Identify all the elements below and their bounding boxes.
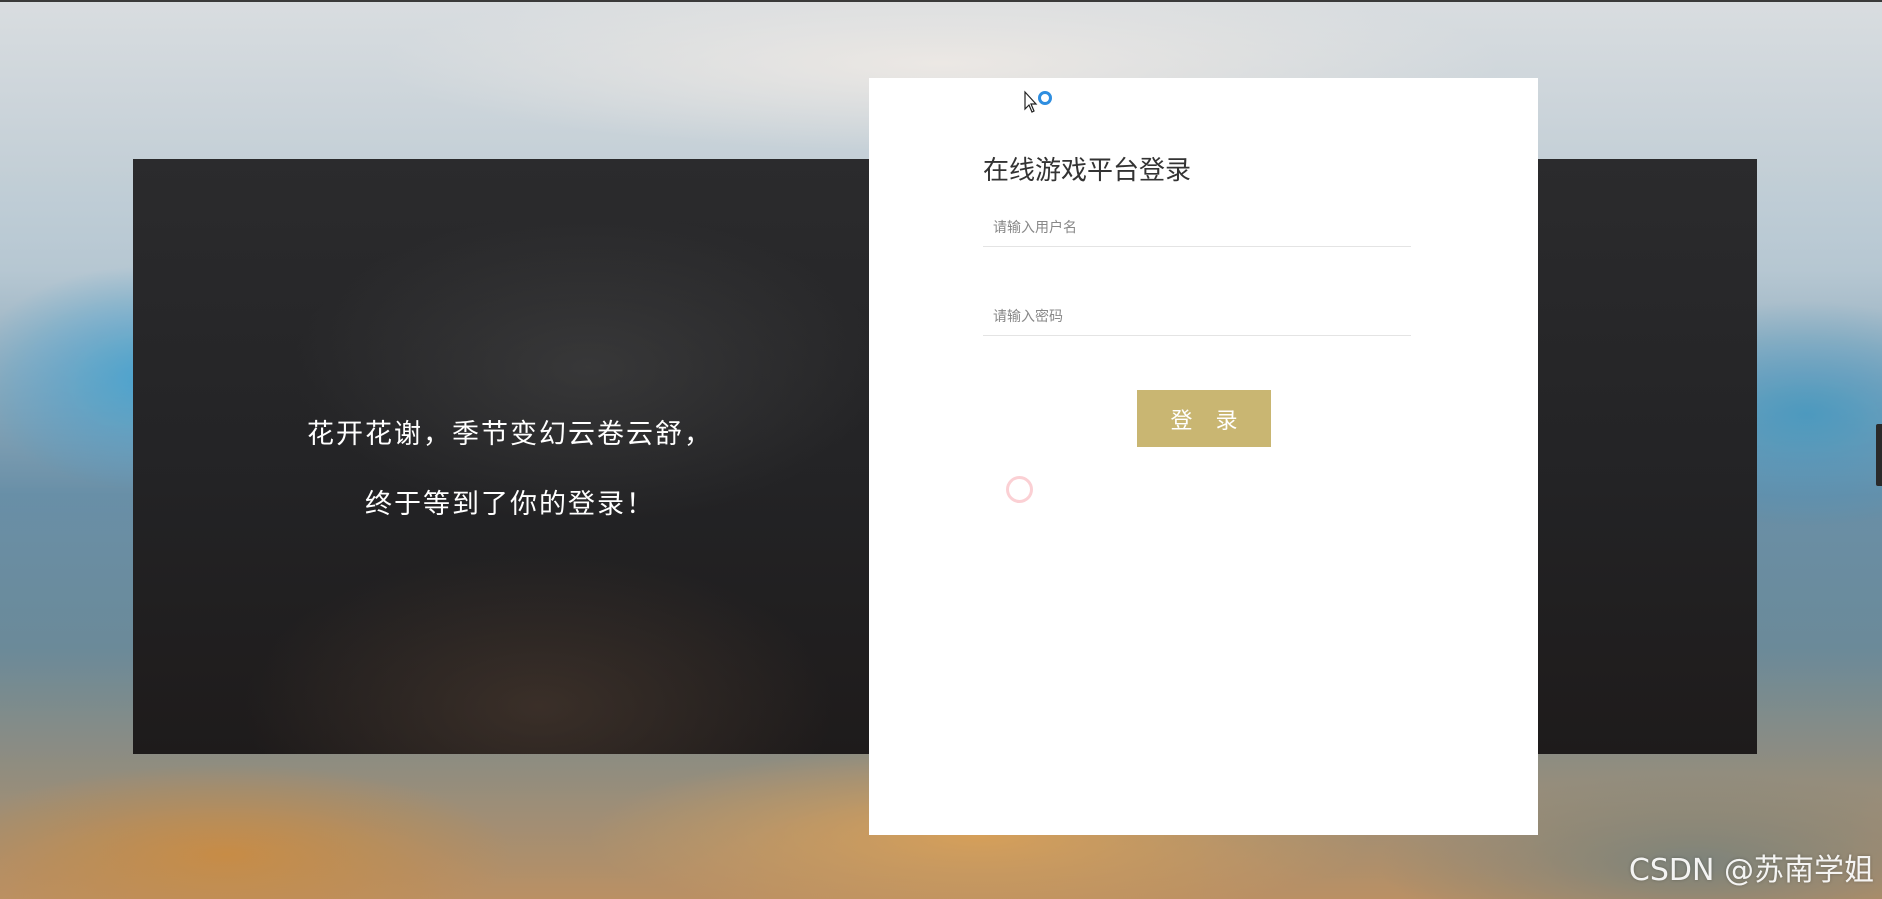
hero-line-2: 终于等到了你的登录！: [365, 489, 655, 520]
login-card: 在线游戏平台登录 登 录: [869, 78, 1538, 835]
hero-quote: 花开花谢，季节变幻云卷云舒， 终于等到了你的登录！: [140, 400, 880, 540]
username-input[interactable]: [983, 209, 1411, 247]
hero-line-1: 花开花谢，季节变幻云卷云舒，: [307, 419, 713, 450]
watermark: CSDN @苏南学姐: [1628, 853, 1874, 888]
click-ripple-icon: [1006, 476, 1033, 503]
login-button[interactable]: 登 录: [1137, 390, 1271, 447]
busy-cursor-icon: [1024, 90, 1052, 113]
login-title: 在线游戏平台登录: [983, 156, 1192, 186]
side-scroll-handle[interactable]: [1876, 424, 1882, 486]
top-border: [0, 0, 1882, 2]
password-input[interactable]: [983, 298, 1411, 336]
